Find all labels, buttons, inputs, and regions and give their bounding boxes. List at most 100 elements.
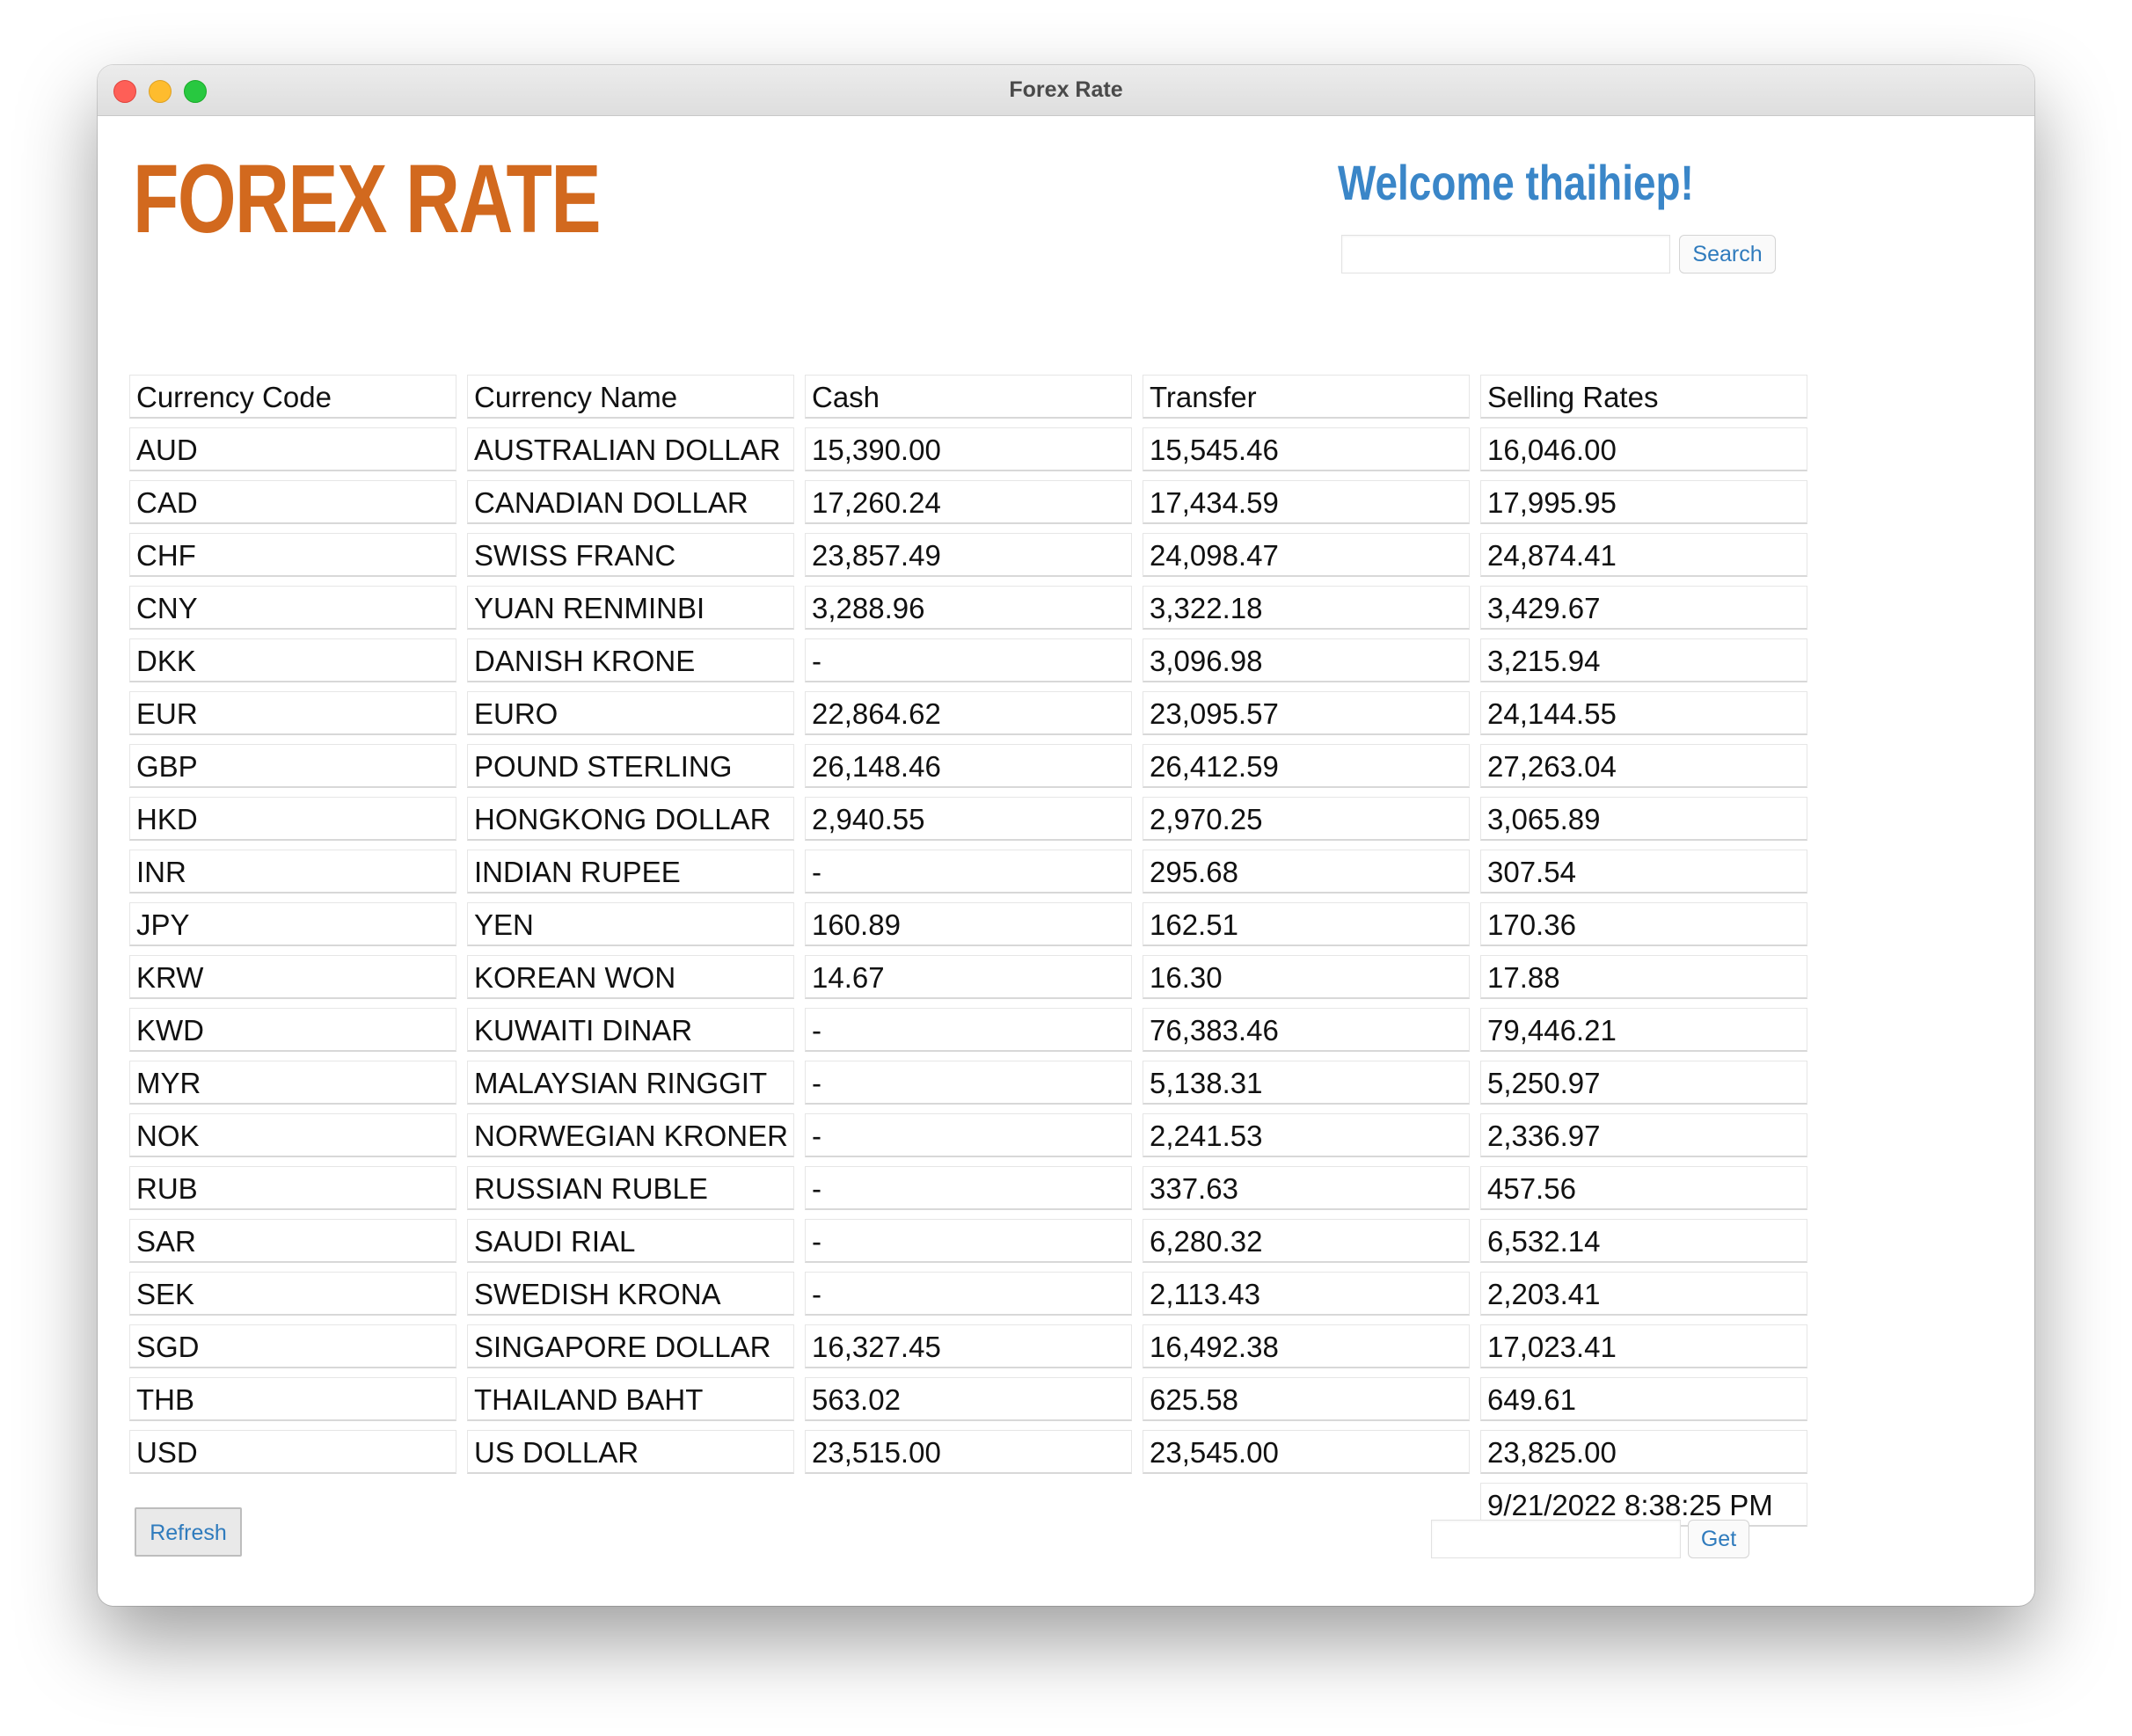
cell-currency-name: US DOLLAR bbox=[467, 1430, 794, 1474]
cell-cash: 17,260.24 bbox=[805, 480, 1132, 524]
cell-currency-name: INDIAN RUPEE bbox=[467, 850, 794, 894]
cell-currency-code: JPY bbox=[129, 902, 456, 946]
get-input[interactable] bbox=[1431, 1520, 1681, 1558]
cell-currency-name: CANADIAN DOLLAR bbox=[467, 480, 794, 524]
cell-selling-rate: 3,065.89 bbox=[1480, 797, 1807, 841]
search-input[interactable] bbox=[1341, 235, 1670, 274]
search-button[interactable]: Search bbox=[1679, 235, 1776, 274]
cell-currency-code: GBP bbox=[129, 744, 456, 788]
column-header-currency-code: Currency Code bbox=[129, 375, 456, 419]
cell-transfer: 3,322.18 bbox=[1143, 586, 1470, 630]
cell-currency-code: CNY bbox=[129, 586, 456, 630]
cell-selling-rate: 17,023.41 bbox=[1480, 1324, 1807, 1368]
cell-currency-code: THB bbox=[129, 1377, 456, 1421]
cell-transfer: 23,095.57 bbox=[1143, 691, 1470, 735]
cell-cash: - bbox=[805, 850, 1132, 894]
cell-transfer: 23,545.00 bbox=[1143, 1430, 1470, 1474]
cell-selling-rate: 2,203.41 bbox=[1480, 1272, 1807, 1316]
cell-currency-name: YUAN RENMINBI bbox=[467, 586, 794, 630]
cell-transfer: 337.63 bbox=[1143, 1166, 1470, 1210]
cell-transfer: 162.51 bbox=[1143, 902, 1470, 946]
cell-selling-rate: 3,215.94 bbox=[1480, 638, 1807, 682]
column-header-transfer: Transfer bbox=[1143, 375, 1470, 419]
cell-currency-name: EURO bbox=[467, 691, 794, 735]
cell-currency-name: SAUDI RIAL bbox=[467, 1219, 794, 1263]
cell-currency-code: AUD bbox=[129, 427, 456, 471]
cell-currency-name: KOREAN WON bbox=[467, 955, 794, 999]
cell-selling-rate: 3,429.67 bbox=[1480, 586, 1807, 630]
cell-selling-rate: 649.61 bbox=[1480, 1377, 1807, 1421]
cell-currency-code: RUB bbox=[129, 1166, 456, 1210]
cell-cash: 23,515.00 bbox=[805, 1430, 1132, 1474]
cell-currency-name: SWEDISH KRONA bbox=[467, 1272, 794, 1316]
cell-currency-name: POUND STERLING bbox=[467, 744, 794, 788]
cell-selling-rate: 6,532.14 bbox=[1480, 1219, 1807, 1263]
cell-cash: - bbox=[805, 1166, 1132, 1210]
cell-currency-code: DKK bbox=[129, 638, 456, 682]
cell-currency-code: CHF bbox=[129, 533, 456, 577]
cell-transfer: 6,280.32 bbox=[1143, 1219, 1470, 1263]
cell-currency-name: SINGAPORE DOLLAR bbox=[467, 1324, 794, 1368]
cell-cash: 3,288.96 bbox=[805, 586, 1132, 630]
get-button[interactable]: Get bbox=[1688, 1520, 1749, 1558]
cell-currency-code: EUR bbox=[129, 691, 456, 735]
refresh-button[interactable]: Refresh bbox=[135, 1507, 242, 1557]
cell-currency-name: SWISS FRANC bbox=[467, 533, 794, 577]
cell-selling-rate: 27,263.04 bbox=[1480, 744, 1807, 788]
cell-transfer: 2,113.43 bbox=[1143, 1272, 1470, 1316]
cell-cash: - bbox=[805, 638, 1132, 682]
cell-cash: 2,940.55 bbox=[805, 797, 1132, 841]
cell-transfer: 625.58 bbox=[1143, 1377, 1470, 1421]
cell-currency-name: KUWAITI DINAR bbox=[467, 1008, 794, 1052]
cell-currency-name: YEN bbox=[467, 902, 794, 946]
cell-currency-name: THAILAND BAHT bbox=[467, 1377, 794, 1421]
cell-cash: 16,327.45 bbox=[805, 1324, 1132, 1368]
cell-selling-rate: 17.88 bbox=[1480, 955, 1807, 999]
cell-currency-code: KRW bbox=[129, 955, 456, 999]
cell-currency-code: NOK bbox=[129, 1113, 456, 1157]
cell-currency-code: SEK bbox=[129, 1272, 456, 1316]
cell-transfer: 15,545.46 bbox=[1143, 427, 1470, 471]
title-bar: Forex Rate bbox=[98, 65, 2034, 116]
cell-cash: 160.89 bbox=[805, 902, 1132, 946]
cell-selling-rate: 170.36 bbox=[1480, 902, 1807, 946]
cell-transfer: 2,241.53 bbox=[1143, 1113, 1470, 1157]
cell-selling-rate: 5,250.97 bbox=[1480, 1061, 1807, 1105]
app-title: FOREX RATE bbox=[133, 145, 602, 253]
cell-currency-code: HKD bbox=[129, 797, 456, 841]
column-header-cash: Cash bbox=[805, 375, 1132, 419]
cell-currency-name: AUSTRALIAN DOLLAR bbox=[467, 427, 794, 471]
cell-selling-rate: 23,825.00 bbox=[1480, 1430, 1807, 1474]
cell-cash: - bbox=[805, 1061, 1132, 1105]
cell-transfer: 295.68 bbox=[1143, 850, 1470, 894]
window-title: Forex Rate bbox=[1009, 77, 1123, 102]
cell-transfer: 16.30 bbox=[1143, 955, 1470, 999]
cell-transfer: 24,098.47 bbox=[1143, 533, 1470, 577]
cell-currency-code: INR bbox=[129, 850, 456, 894]
cell-cash: 23,857.49 bbox=[805, 533, 1132, 577]
cell-transfer: 17,434.59 bbox=[1143, 480, 1470, 524]
cell-transfer: 16,492.38 bbox=[1143, 1324, 1470, 1368]
cell-transfer: 76,383.46 bbox=[1143, 1008, 1470, 1052]
cell-cash: - bbox=[805, 1008, 1132, 1052]
cell-transfer: 3,096.98 bbox=[1143, 638, 1470, 682]
cell-currency-name: MALAYSIAN RINGGIT bbox=[467, 1061, 794, 1105]
cell-cash: 563.02 bbox=[805, 1377, 1132, 1421]
cell-cash: 15,390.00 bbox=[805, 427, 1132, 471]
cell-cash: - bbox=[805, 1219, 1132, 1263]
main-content: FOREX RATE Welcome thaihiep! Search Curr… bbox=[98, 116, 2034, 1606]
cell-transfer: 26,412.59 bbox=[1143, 744, 1470, 788]
cell-currency-code: SAR bbox=[129, 1219, 456, 1263]
cell-currency-name: DANISH KRONE bbox=[467, 638, 794, 682]
cell-currency-name: HONGKONG DOLLAR bbox=[467, 797, 794, 841]
cell-cash: - bbox=[805, 1113, 1132, 1157]
cell-transfer: 2,970.25 bbox=[1143, 797, 1470, 841]
cell-currency-code: USD bbox=[129, 1430, 456, 1474]
cell-selling-rate: 79,446.21 bbox=[1480, 1008, 1807, 1052]
column-header-currency-name: Currency Name bbox=[467, 375, 794, 419]
cell-selling-rate: 24,874.41 bbox=[1480, 533, 1807, 577]
cell-currency-code: MYR bbox=[129, 1061, 456, 1105]
cell-selling-rate: 17,995.95 bbox=[1480, 480, 1807, 524]
cell-cash: 26,148.46 bbox=[805, 744, 1132, 788]
cell-currency-name: RUSSIAN RUBLE bbox=[467, 1166, 794, 1210]
